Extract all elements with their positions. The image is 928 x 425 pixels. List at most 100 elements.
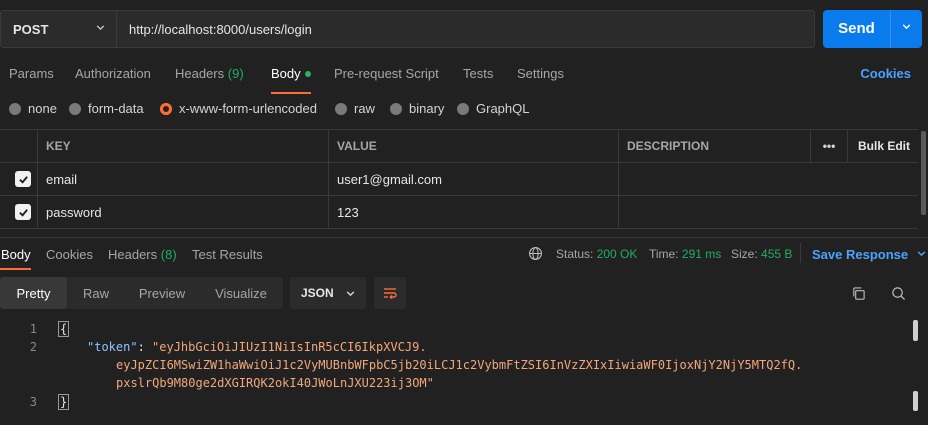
size-value: 455 B	[761, 247, 793, 261]
response-tab-cookies[interactable]: Cookies	[46, 247, 93, 262]
response-active-tab-indicator	[0, 268, 31, 270]
time-label: Time:	[649, 247, 679, 261]
status-label: Status:	[556, 247, 594, 261]
radio-circle	[69, 102, 81, 115]
header-value: VALUE	[329, 130, 619, 162]
row-value[interactable]: 123	[329, 196, 619, 228]
tab-body-label: Body	[271, 66, 301, 81]
url-input[interactable]: http://localhost:8000/users/login	[116, 10, 815, 48]
params-table: KEY VALUE DESCRIPTION ••• Bulk Edit emai…	[0, 129, 918, 237]
time-value: 291 ms	[681, 247, 722, 261]
radio-none[interactable]: none	[9, 101, 57, 116]
radio-form-data[interactable]: form-data	[69, 101, 144, 116]
code-scrollbar-lower[interactable]	[913, 391, 918, 411]
size-label: Size:	[731, 247, 758, 261]
header-check-cell	[0, 130, 38, 162]
bulk-edit-button[interactable]: Bulk Edit	[848, 130, 918, 162]
line-number: 2	[29, 340, 37, 354]
modified-dot-icon	[304, 70, 311, 77]
radio-circle	[335, 102, 347, 115]
radio-circle	[9, 102, 21, 115]
active-tab-indicator	[271, 92, 311, 94]
row-description[interactable]	[619, 196, 918, 228]
response-tab-headers[interactable]: Headers (8)	[108, 247, 177, 262]
tab-tests[interactable]: Tests	[463, 66, 493, 81]
radio-circle-selected	[160, 102, 172, 115]
json-token-value-3: pxslrQb9M80ge2dXGIRQK2okI40JWoLnJXU223ij…	[116, 376, 434, 390]
tab-headers[interactable]: Headers (9)	[175, 66, 244, 81]
tab-settings[interactable]: Settings	[517, 66, 564, 81]
json-token-line: "token": "eyJhbGciOiJIUzI1NiIsInR5cCI6Ik…	[87, 340, 427, 354]
row-key[interactable]: password	[38, 196, 329, 228]
more-options-icon[interactable]: •••	[811, 130, 848, 162]
radio-binary-label: binary	[409, 101, 445, 116]
chevron-down-icon	[346, 291, 355, 297]
line-number: 1	[29, 322, 37, 336]
radio-binary[interactable]: binary	[390, 101, 444, 116]
view-raw-button[interactable]: Raw	[67, 277, 125, 309]
tab-params[interactable]: Params	[9, 66, 54, 81]
json-open-brace: {	[58, 321, 70, 337]
radio-form-data-label: form-data	[88, 101, 144, 116]
json-close-brace: }	[58, 394, 70, 410]
time-readout: Time: 291 ms	[649, 247, 721, 261]
method-select[interactable]: POST	[0, 10, 116, 48]
row-checkbox[interactable]	[15, 204, 31, 220]
code-scrollbar[interactable]	[913, 320, 918, 341]
save-response-label: Save Response	[812, 247, 909, 262]
save-response-button[interactable]: Save Response	[812, 247, 927, 262]
wrap-lines-icon[interactable]	[374, 277, 406, 309]
tab-prerequest-script[interactable]: Pre-request Script	[334, 66, 439, 81]
radio-none-label: none	[28, 101, 57, 116]
response-tab-headers-label: Headers	[108, 247, 158, 262]
header-description: DESCRIPTION	[619, 130, 811, 162]
radio-circle	[390, 102, 402, 115]
radio-urlencoded[interactable]: x-www-form-urlencoded	[160, 101, 317, 116]
view-visualize-button[interactable]: Visualize	[199, 277, 283, 309]
response-tab-test-results[interactable]: Test Results	[192, 247, 263, 262]
view-preview-button[interactable]: Preview	[125, 277, 199, 309]
table-row: email user1@gmail.com	[0, 163, 918, 196]
status-readout: Status: 200 OK	[556, 247, 637, 261]
search-icon[interactable]	[891, 286, 906, 304]
row-value[interactable]: user1@gmail.com	[329, 163, 619, 195]
row-description[interactable]	[619, 163, 918, 195]
row-checkbox-cell	[0, 163, 38, 195]
meta-divider	[800, 243, 801, 263]
cookies-link[interactable]: Cookies	[860, 66, 911, 81]
json-colon: :	[137, 340, 153, 354]
chevron-down-icon	[917, 251, 926, 257]
status-value: 200 OK	[596, 247, 638, 261]
method-label: POST	[13, 21, 49, 37]
tab-headers-label: Headers	[175, 66, 225, 81]
radio-raw-label: raw	[354, 101, 375, 116]
globe-icon[interactable]	[528, 246, 543, 264]
header-key: KEY	[38, 130, 329, 162]
row-checkbox[interactable]	[15, 171, 31, 187]
tab-authorization[interactable]: Authorization	[75, 66, 151, 81]
radio-graphql[interactable]: GraphQL	[457, 101, 529, 116]
view-pretty-button[interactable]: Pretty	[0, 277, 67, 309]
send-button[interactable]: Send	[823, 10, 922, 48]
format-select[interactable]: JSON	[290, 277, 366, 309]
radio-raw[interactable]: raw	[335, 101, 375, 116]
radio-graphql-label: GraphQL	[476, 101, 530, 116]
chevron-down-icon	[95, 22, 106, 36]
copy-icon[interactable]	[851, 286, 866, 304]
tab-body[interactable]: Body	[271, 66, 311, 81]
table-row: password 123	[0, 196, 918, 229]
radio-circle	[457, 102, 469, 115]
response-tab-headers-count: (8)	[160, 247, 177, 262]
send-options-chevron-icon[interactable]	[890, 21, 922, 35]
row-key[interactable]: email	[38, 163, 329, 195]
json-token-value-1: "eyJhbGciOiJIUzI1NiIsInR5cCI6IkpXVCJ9.	[152, 340, 427, 354]
table-scrollbar[interactable]	[921, 131, 926, 215]
response-tab-body[interactable]: Body	[1, 247, 31, 262]
format-select-label: JSON	[301, 286, 334, 300]
table-header-row: KEY VALUE DESCRIPTION ••• Bulk Edit	[0, 130, 918, 163]
row-checkbox-cell	[0, 196, 38, 228]
size-readout: Size: 455 B	[731, 247, 792, 261]
json-key-token: "token"	[87, 340, 138, 354]
json-token-value-2: eyJpZCI6MSwiZW1haWwiOiJ1c2VyMUBnbWFpbC5j…	[116, 358, 803, 372]
line-number: 3	[29, 395, 37, 409]
